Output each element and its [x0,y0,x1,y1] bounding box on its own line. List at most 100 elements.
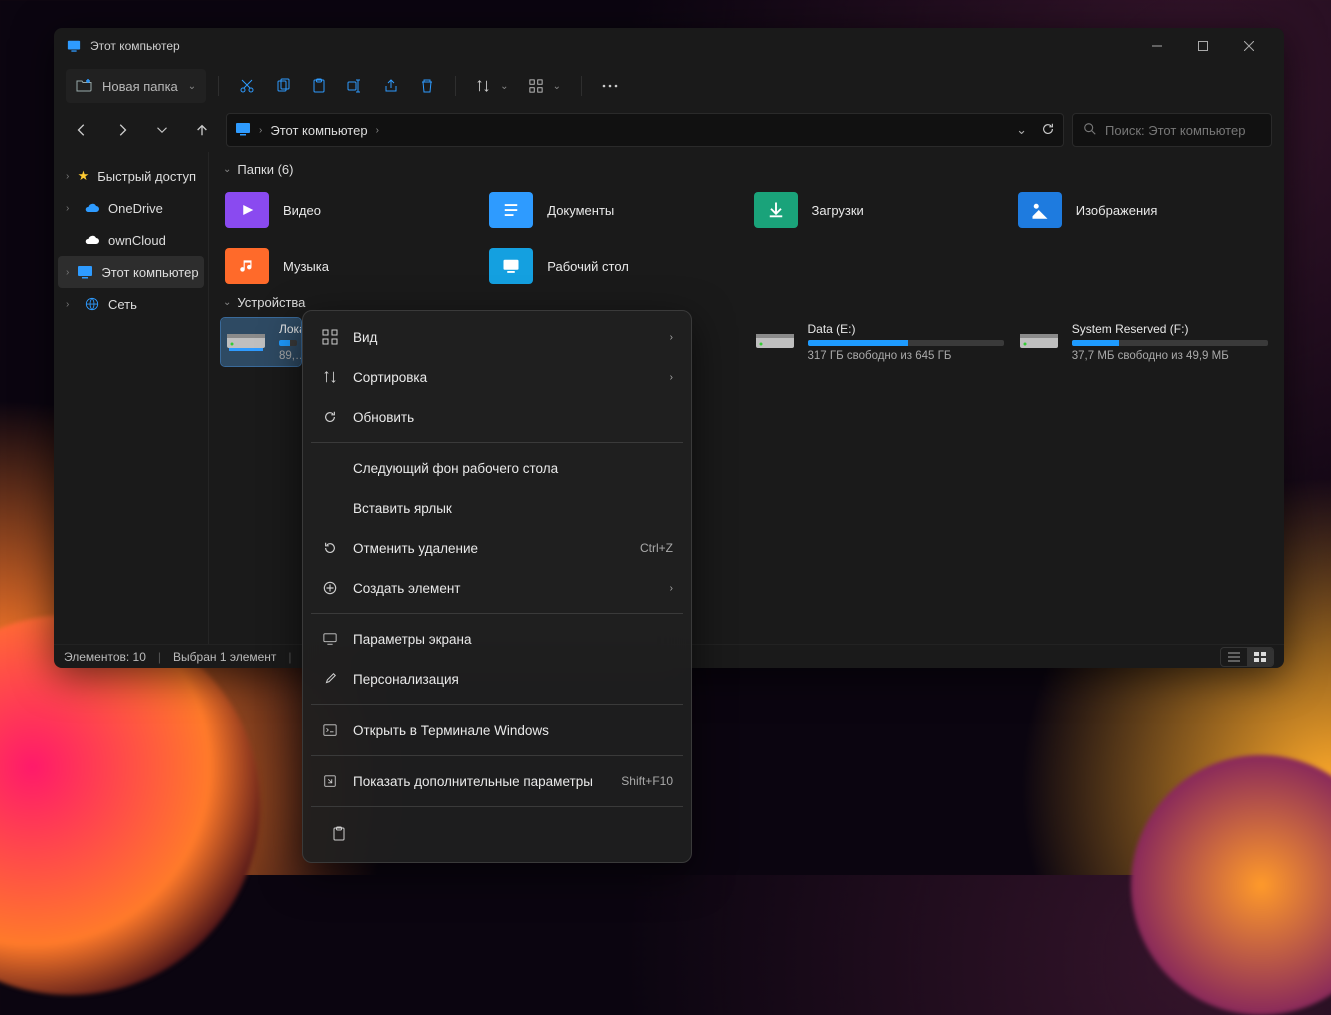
drive-icon [754,324,796,354]
drive-usage-bar [808,340,1004,346]
maximize-button[interactable] [1180,30,1226,62]
group-header-folders[interactable]: ⌄ Папки (6) [223,162,1272,177]
ctx-show-more[interactable]: Показать дополнительные параметры Shift+… [309,761,685,801]
chevron-right-icon[interactable]: › [66,299,76,310]
chevron-down-icon[interactable]: ⌄ [1016,122,1027,138]
ctx-paste-button[interactable] [321,819,357,849]
drive-item[interactable]: Локальный диск (C:) 89,… [221,318,301,366]
ctx-view[interactable]: Вид › [309,317,685,357]
folder-label: Видео [283,203,321,218]
display-icon [321,630,339,648]
address-bar[interactable]: › Этот компьютер › ⌄ [226,113,1064,147]
chevron-down-icon: ⌄ [188,81,196,92]
cut-button[interactable] [231,69,263,103]
folder-item[interactable]: Загрузки [750,185,1008,235]
drive-item[interactable]: System Reserved (F:) 37,7 МБ свободно из… [1014,318,1272,366]
ctx-label: Обновить [353,410,673,425]
folder-item[interactable]: Музыка [221,241,479,291]
ctx-label: Персонализация [353,672,673,687]
view-button[interactable]: ⌄ [521,69,569,103]
folder-item[interactable]: Видео [221,185,479,235]
sidebar-item-owncloud[interactable]: ownCloud [58,224,204,256]
rename-button[interactable] [339,69,371,103]
brush-icon [321,670,339,688]
desktop-folder-icon [489,248,533,284]
chevron-right-icon[interactable]: › [66,203,76,214]
ctx-personalize[interactable]: Персонализация [309,659,685,699]
ctx-sort[interactable]: Сортировка › [309,357,685,397]
ctx-label: Параметры экрана [353,632,673,647]
plus-circle-icon [321,579,339,597]
ctx-label: Вставить ярлык [353,501,673,516]
back-button[interactable] [66,114,98,146]
drive-free-text: 317 ГБ свободно из 645 ГБ [808,350,1004,362]
ctx-label: Следующий фон рабочего стола [353,461,673,476]
delete-button[interactable] [411,69,443,103]
more-button[interactable] [594,69,626,103]
pictures-folder-icon [1018,192,1062,228]
cloud-icon [84,232,100,248]
context-menu: Вид › Сортировка › Обновить Следующий фо… [302,310,692,863]
status-items: Элементов: 10 [64,650,146,664]
wallpaper-blob [1131,755,1331,1015]
app-icon [66,38,82,54]
folder-item[interactable]: Изображения [1014,185,1272,235]
sort-icon [321,368,339,386]
chevron-right-icon[interactable]: › [66,171,70,182]
ctx-undo-delete[interactable]: Отменить удаление Ctrl+Z [309,528,685,568]
folder-label: Документы [547,203,614,218]
drive-usage-bar [1072,340,1268,346]
video-folder-icon [225,192,269,228]
ctx-display-settings[interactable]: Параметры экрана [309,619,685,659]
minimize-button[interactable] [1134,30,1180,62]
undo-icon [321,539,339,557]
sidebar-item-network[interactable]: › Сеть [58,288,204,320]
refresh-icon [321,408,339,426]
group-header-drives[interactable]: ⌄ Устройства и диски (4) [223,295,1272,310]
sidebar-item-this-pc[interactable]: › Этот компьютер [58,256,204,288]
ctx-paste-shortcut[interactable]: Вставить ярлык [309,488,685,528]
ctx-new[interactable]: Создать элемент › [309,568,685,608]
ctx-open-terminal[interactable]: Открыть в Терминале Windows [309,710,685,750]
copy-button[interactable] [267,69,299,103]
refresh-button[interactable] [1041,122,1055,139]
drive-free-text: 37,7 МБ свободно из 49,9 МБ [1072,350,1268,362]
wallpaper-blob [0,615,260,995]
recent-button[interactable] [146,114,178,146]
paste-button[interactable] [303,69,335,103]
folder-item[interactable]: Документы [485,185,743,235]
nav-row: › Этот компьютер › ⌄ Поиск: Этот компьют… [54,108,1284,152]
details-view-button[interactable] [1221,648,1247,666]
titlebar[interactable]: Этот компьютер [54,28,1284,64]
new-folder-icon [76,77,92,96]
up-button[interactable] [186,114,218,146]
nav-pane: › ★ Быстрый доступ › OneDrive ownCloud ›… [54,152,208,644]
ctx-refresh[interactable]: Обновить [309,397,685,437]
terminal-icon [321,721,339,739]
share-button[interactable] [375,69,407,103]
group-header-label: Папки (6) [237,162,293,177]
drive-icon [1018,324,1060,354]
monitor-icon [77,264,93,280]
sort-button[interactable]: ⌄ [468,69,516,103]
search-placeholder: Поиск: Этот компьютер [1105,123,1245,138]
search-box[interactable]: Поиск: Этот компьютер [1072,113,1272,147]
address-segment[interactable]: Этот компьютер [270,123,367,138]
sidebar-item-label: Этот компьютер [101,265,198,280]
status-selected: Выбран 1 элемент [173,650,276,664]
ctx-next-wallpaper[interactable]: Следующий фон рабочего стола [309,448,685,488]
new-folder-button[interactable]: Новая папка ⌄ [66,69,206,103]
ctx-label: Показать дополнительные параметры [353,774,607,789]
folder-item[interactable]: Рабочий стол [485,241,743,291]
folder-label: Загрузки [812,203,864,218]
sidebar-item-onedrive[interactable]: › OneDrive [58,192,204,224]
view-toggle[interactable] [1220,647,1274,667]
tiles-view-button[interactable] [1247,648,1273,666]
drive-usage-bar [279,340,297,346]
forward-button[interactable] [106,114,138,146]
drive-free-text: 89,… [279,350,297,362]
close-button[interactable] [1226,30,1272,62]
chevron-right-icon[interactable]: › [66,267,69,278]
drive-item[interactable]: Data (E:) 317 ГБ свободно из 645 ГБ [750,318,1008,366]
sidebar-item-quick-access[interactable]: › ★ Быстрый доступ [58,160,204,192]
